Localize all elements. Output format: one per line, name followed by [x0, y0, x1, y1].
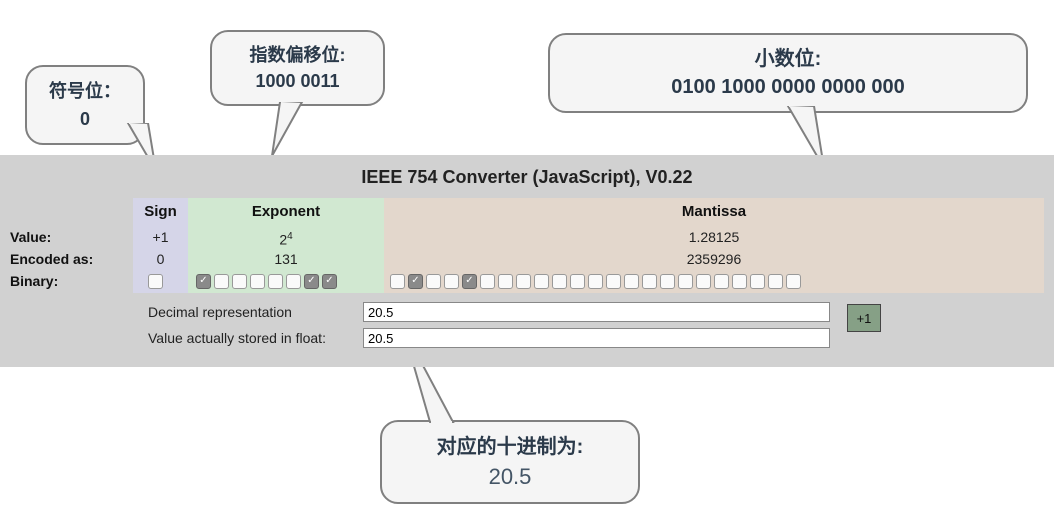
exponent-bit-5[interactable]	[286, 274, 301, 289]
mantissa-bit-5[interactable]	[480, 274, 495, 289]
row-labels: Value: Encoded as: Binary:	[10, 226, 93, 292]
exponent-bit-0[interactable]	[196, 274, 211, 289]
exponent-value: 24	[188, 226, 384, 248]
callout-decimal-value: 20.5	[400, 462, 620, 492]
mantissa-bit-19[interactable]	[732, 274, 747, 289]
increment-button[interactable]: +1	[847, 304, 881, 332]
converter-title: IEEE 754 Converter (JavaScript), V0.22	[0, 167, 1054, 188]
callout-exponent-tail	[262, 102, 322, 162]
decimal-repr-input[interactable]	[363, 302, 830, 322]
mantissa-bit-22[interactable]	[786, 274, 801, 289]
callout-sign: 符号位：0	[25, 65, 145, 145]
exponent-bit-4[interactable]	[268, 274, 283, 289]
mantissa-bit-4[interactable]	[462, 274, 477, 289]
mantissa-bit-13[interactable]	[624, 274, 639, 289]
mantissa-bit-14[interactable]	[642, 274, 657, 289]
exponent-bit-6[interactable]	[304, 274, 319, 289]
exponent-encoded: 131	[188, 248, 384, 270]
exponent-power: 4	[287, 231, 293, 242]
callout-decimal: 对应的十进制为: 20.5	[380, 420, 640, 504]
callout-decimal-label: 对应的十进制为:	[400, 432, 620, 462]
mantissa-bit-17[interactable]	[696, 274, 711, 289]
mantissa-bit-18[interactable]	[714, 274, 729, 289]
converter-panel: IEEE 754 Converter (JavaScript), V0.22 V…	[0, 155, 1054, 367]
mantissa-bit-12[interactable]	[606, 274, 621, 289]
mantissa-encoded: 2359296	[384, 248, 1044, 270]
inputs-area: Decimal representation Value actually st…	[148, 300, 1028, 352]
exponent-bit-1[interactable]	[214, 274, 229, 289]
mantissa-header: Mantissa	[384, 198, 1044, 226]
callout-exponent: 指数偏移位: 1000 0011	[210, 30, 385, 106]
label-value: Value:	[10, 226, 93, 248]
callout-mantissa-label: 小数位:	[568, 45, 1008, 73]
mantissa-bit-20[interactable]	[750, 274, 765, 289]
exponent-base: 2	[279, 232, 287, 248]
callout-exponent-label: 指数偏移位:	[230, 42, 365, 68]
mantissa-bit-1[interactable]	[408, 274, 423, 289]
mantissa-bit-3[interactable]	[444, 274, 459, 289]
label-encoded: Encoded as:	[10, 248, 93, 270]
mantissa-bit-16[interactable]	[678, 274, 693, 289]
sign-header: Sign	[133, 198, 188, 226]
callout-mantissa-bits: 0100 1000 0000 0000 000	[568, 73, 1008, 101]
exponent-bit-2[interactable]	[232, 274, 247, 289]
exponent-header: Exponent	[188, 198, 384, 226]
decimal-repr-label: Decimal representation	[148, 304, 363, 320]
sign-encoded: 0	[133, 248, 188, 270]
mantissa-bit-8[interactable]	[534, 274, 549, 289]
mantissa-bit-7[interactable]	[516, 274, 531, 289]
mantissa-bit-0[interactable]	[390, 274, 405, 289]
mantissa-bits-row	[390, 270, 801, 292]
exponent-bits-row	[196, 270, 337, 292]
exponent-bit-7[interactable]	[322, 274, 337, 289]
sign-bit-0[interactable]	[148, 274, 163, 289]
callout-sign-text: 符号位：0	[49, 81, 121, 129]
sign-value: +1	[133, 226, 188, 248]
mantissa-bit-2[interactable]	[426, 274, 441, 289]
stored-value-label: Value actually stored in float:	[148, 330, 363, 346]
mantissa-bit-9[interactable]	[552, 274, 567, 289]
mantissa-bit-10[interactable]	[570, 274, 585, 289]
sign-bits-row	[148, 270, 163, 292]
mantissa-bit-11[interactable]	[588, 274, 603, 289]
callout-mantissa: 小数位: 0100 1000 0000 0000 000	[548, 33, 1028, 113]
exponent-bit-3[interactable]	[250, 274, 265, 289]
increment-button-label: +1	[857, 311, 872, 326]
mantissa-bit-6[interactable]	[498, 274, 513, 289]
mantissa-value: 1.28125	[384, 226, 1044, 248]
label-binary: Binary:	[10, 270, 93, 292]
callout-exponent-bits: 1000 0011	[230, 68, 365, 94]
mantissa-bit-15[interactable]	[660, 274, 675, 289]
stored-value-input[interactable]	[363, 328, 830, 348]
mantissa-bit-21[interactable]	[768, 274, 783, 289]
